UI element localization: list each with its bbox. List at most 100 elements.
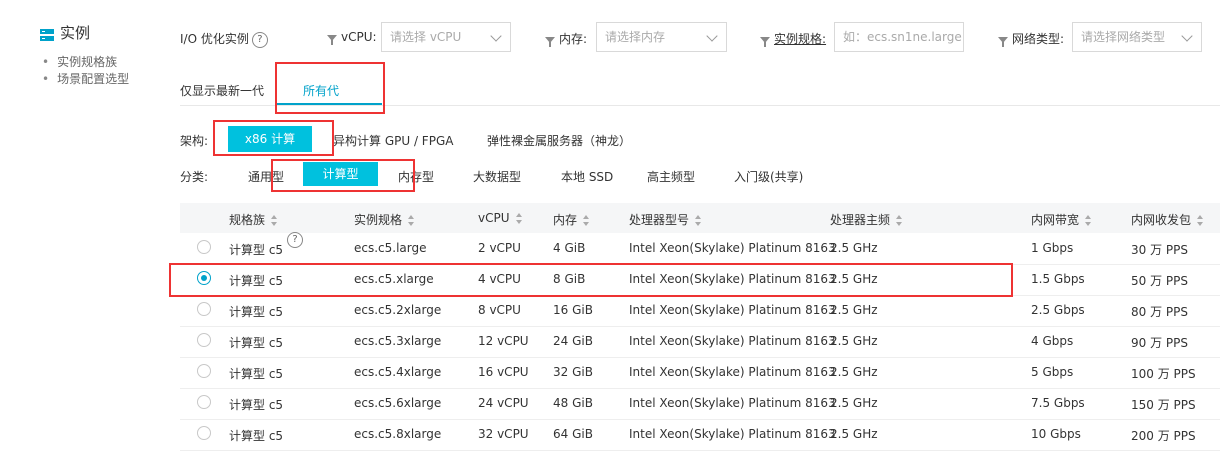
col-header-vcpu[interactable]: vCPU [478, 211, 523, 225]
table-cell: 1.5 Gbps [1031, 272, 1085, 286]
category-entry-shared[interactable]: 入门级(共享) [734, 168, 803, 185]
architecture-label: 架构: [180, 134, 209, 148]
table-cell: 5 Gbps [1031, 365, 1074, 379]
table-cell: 10 Gbps [1031, 427, 1081, 441]
table-cell: 30 万 PPS [1131, 243, 1188, 257]
row-radio[interactable] [197, 271, 211, 285]
category-general[interactable]: 通用型 [248, 168, 284, 185]
sidebar-item-scenario[interactable]: 场景配置选型 [42, 71, 129, 88]
network-filter-label: 网络类型: [998, 30, 1064, 47]
table-cell: 2.5 GHz [830, 303, 878, 317]
sidebar-item-families[interactable]: 实例规格族 [42, 54, 129, 71]
col-header-family[interactable]: 规格族 [229, 211, 278, 228]
col-header-pps[interactable]: 内网收发包 [1131, 211, 1204, 228]
table-cell: 4 GiB [553, 241, 586, 255]
sort-icon[interactable] [408, 215, 415, 226]
sort-icon[interactable] [271, 215, 278, 226]
table-cell: 16 vCPU [478, 365, 529, 379]
row-radio[interactable] [197, 302, 211, 316]
sort-icon[interactable] [1197, 215, 1204, 226]
filter-icon [327, 34, 337, 45]
table-cell: Intel Xeon(Skylake) Platinum 8163 [629, 334, 836, 348]
row-radio[interactable] [197, 426, 211, 440]
table-cell: 32 vCPU [478, 427, 529, 441]
category-label: 分类: [180, 170, 209, 184]
category-high-frequency[interactable]: 高主频型 [647, 168, 695, 185]
table-cell: ecs.c5.8xlarge [354, 427, 442, 441]
row-radio[interactable] [197, 395, 211, 409]
col-header-cpu-freq[interactable]: 处理器主频 [830, 211, 903, 228]
category-memory[interactable]: 内存型 [398, 168, 434, 185]
table-cell: 计算型 c5 [229, 429, 284, 443]
table-cell: 2.5 GHz [830, 272, 878, 286]
spec-search-input[interactable]: 如：ecs.sn1ne.large [834, 22, 964, 52]
help-icon[interactable]: ? [287, 232, 303, 248]
table-cell: 24 vCPU [478, 396, 529, 410]
sidebar-nav: 实例规格族 场景配置选型 [42, 54, 129, 88]
network-select[interactable]: 请选择网络类型 [1072, 22, 1202, 52]
table-cell: 150 万 PPS [1131, 398, 1196, 412]
table-cell: 7.5 Gbps [1031, 396, 1085, 410]
category-big-data[interactable]: 大数据型 [473, 168, 521, 185]
table-cell: 计算型 c5 [229, 243, 284, 257]
table-cell: 80 万 PPS [1131, 305, 1188, 319]
row-radio[interactable] [197, 240, 211, 254]
table-cell: 2.5 GHz [830, 396, 878, 410]
table-cell: 计算型 c5 [229, 305, 284, 319]
table-row[interactable]: 计算型 c5 ecs.c5.6xlarge 24 vCPU 48 GiB Intel X… [180, 388, 1220, 420]
col-header-spec[interactable]: 实例规格 [354, 211, 415, 228]
table-cell: Intel Xeon(Skylake) Platinum 8163 [629, 365, 836, 379]
table-cell: Intel Xeon(Skylake) Platinum 8163 [629, 396, 836, 410]
chevron-down-icon [490, 30, 502, 42]
table-row[interactable]: 计算型 c5 ecs.c5.8xlarge 32 vCPU 64 GiB Intel X… [180, 419, 1220, 451]
table-cell: Intel Xeon(Skylake) Platinum 8163 [629, 241, 836, 255]
col-header-bandwidth[interactable]: 内网带宽 [1031, 211, 1092, 228]
table-cell: 24 GiB [553, 334, 593, 348]
table-cell: 2 vCPU [478, 241, 521, 255]
table-cell: 48 GiB [553, 396, 593, 410]
arch-option-x86[interactable]: x86 计算 [228, 126, 312, 152]
sort-icon[interactable] [1085, 215, 1092, 226]
vcpu-filter-label: vCPU: [327, 30, 377, 45]
table-cell: 2.5 GHz [830, 334, 878, 348]
table-cell: ecs.c5.6xlarge [354, 396, 442, 410]
sort-icon[interactable] [896, 215, 903, 226]
table-row[interactable]: 计算型 c5 ecs.c5.2xlarge 8 vCPU 16 GiB Intel Xe… [180, 295, 1220, 327]
table-cell: 32 GiB [553, 365, 593, 379]
category-local-ssd[interactable]: 本地 SSD [561, 168, 613, 185]
table-row[interactable]: 计算型 c5 ecs.c5.4xlarge 16 vCPU 32 GiB Intel X… [180, 357, 1220, 389]
chevron-down-icon [706, 30, 718, 42]
table-cell: 4 Gbps [1031, 334, 1074, 348]
sort-icon[interactable] [515, 213, 523, 224]
table-cell: 2.5 GHz [830, 241, 878, 255]
col-header-memory[interactable]: 内存 [553, 211, 590, 228]
table-cell: 50 万 PPS [1131, 274, 1188, 288]
table-row[interactable]: 计算型 c5 ecs.c5.3xlarge 12 vCPU 24 GiB Intel X… [180, 326, 1220, 358]
row-radio[interactable] [197, 333, 211, 347]
table-cell: 8 vCPU [478, 303, 521, 317]
vcpu-select[interactable]: 请选择 vCPU [381, 22, 511, 52]
table-header: 规格族 实例规格 vCPU 内存 处理器型号 处理器主频 内网带宽 内网收发包 [180, 203, 1220, 233]
table-cell: ecs.c5.large [354, 241, 427, 255]
tab-latest-generation[interactable]: 仅显示最新一代 [180, 82, 264, 99]
sort-icon[interactable] [695, 215, 702, 226]
help-icon[interactable]: ? [251, 31, 268, 48]
col-header-cpu-model[interactable]: 处理器型号 [629, 211, 702, 228]
chevron-down-icon [1181, 30, 1193, 42]
table-cell: 2.5 GHz [830, 427, 878, 441]
table-cell: 90 万 PPS [1131, 336, 1188, 350]
table-row[interactable]: 计算型 c5 ecs.c5.xlarge 4 vCPU 8 GiB Intel Xeon… [180, 264, 1220, 296]
memory-select[interactable]: 请选择内存 [596, 22, 727, 52]
arch-option-bare-metal[interactable]: 弹性裸金属服务器（神龙） [487, 132, 631, 149]
row-radio[interactable] [197, 364, 211, 378]
tab-all-generations[interactable]: 所有代 [303, 82, 339, 99]
table-row[interactable]: 计算型 c5? ecs.c5.large 2 vCPU 4 GiB Intel Xeon… [180, 232, 1220, 265]
table-cell: Intel Xeon(Skylake) Platinum 8163 [629, 272, 836, 286]
table-cell: 4 vCPU [478, 272, 521, 286]
category-compute[interactable]: 计算型 [303, 162, 378, 186]
active-tab-indicator [276, 103, 382, 105]
arch-option-heterogeneous[interactable]: 异构计算 GPU / FPGA [333, 132, 453, 149]
table-cell: ecs.c5.3xlarge [354, 334, 442, 348]
table-cell: 计算型 c5 [229, 274, 284, 288]
sort-icon[interactable] [583, 215, 590, 226]
